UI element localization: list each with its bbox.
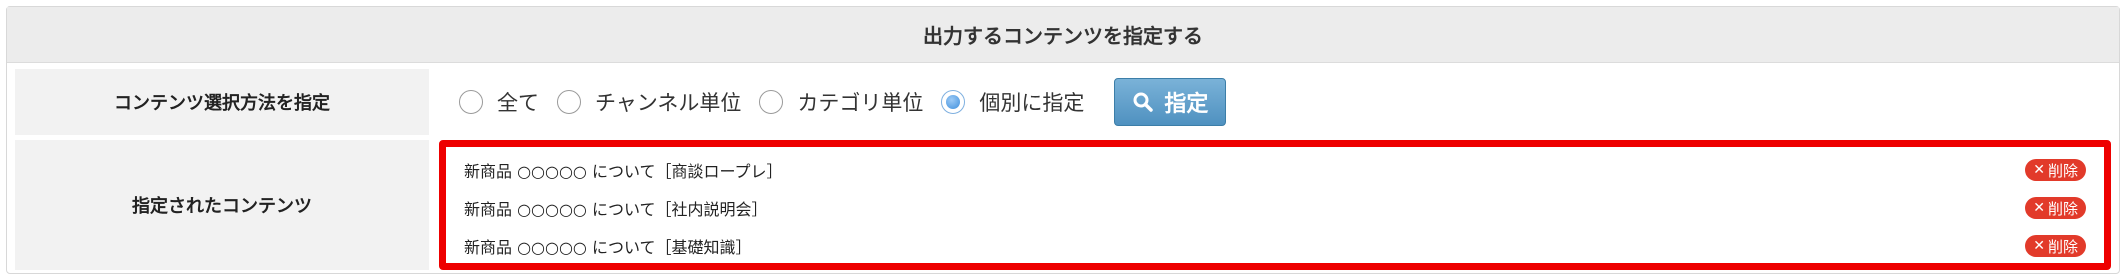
delete-label: 削除 bbox=[2047, 237, 2078, 256]
radio-category[interactable]: カテゴリ単位 bbox=[759, 87, 923, 117]
delete-button[interactable]: ✕ 削除 bbox=[2025, 159, 2086, 181]
radio-label: 全て bbox=[497, 91, 539, 115]
selected-contents-area: 新商品 ○○○○○ について［商談ロープレ］ ✕ 削除 新商品 ○○○○○ につ… bbox=[439, 140, 2111, 270]
panel-title: 出力するコンテンツを指定する bbox=[7, 7, 2119, 63]
output-content-panel: 出力するコンテンツを指定する コンテンツ選択方法を指定 全て チャンネル単位 カ… bbox=[6, 6, 2120, 274]
specify-button-label: 指定 bbox=[1164, 92, 1209, 117]
content-title: 新商品 ○○○○○ について［社内説明会］ bbox=[464, 200, 768, 219]
specify-button[interactable]: 指定 bbox=[1114, 78, 1227, 126]
selected-contents-row: 指定されたコンテンツ 新商品 ○○○○○ について［商談ロープレ］ ✕ 削除 新… bbox=[15, 140, 2111, 270]
radio-all[interactable]: 全て bbox=[459, 87, 539, 117]
radio-group: 全て チャンネル単位 カテゴリ単位 個別に指定 指定 bbox=[439, 69, 2111, 135]
radio-label: カテゴリ単位 bbox=[797, 91, 924, 115]
content-title: 新商品 ○○○○○ について［商談ロープレ］ bbox=[464, 162, 783, 181]
selected-contents-highlight: 新商品 ○○○○○ について［商談ロープレ］ ✕ 削除 新商品 ○○○○○ につ… bbox=[439, 140, 2111, 270]
close-icon: ✕ bbox=[2033, 238, 2045, 254]
delete-label: 削除 bbox=[2047, 161, 2078, 180]
delete-button[interactable]: ✕ 削除 bbox=[2025, 235, 2086, 257]
close-icon: ✕ bbox=[2033, 162, 2045, 178]
radio-label: チャンネル単位 bbox=[595, 91, 742, 115]
list-item: 新商品 ○○○○○ について［商談ロープレ］ ✕ 削除 bbox=[464, 157, 2086, 183]
radio-label: 個別に指定 bbox=[979, 91, 1085, 115]
radio-individual[interactable]: 個別に指定 bbox=[941, 87, 1084, 117]
delete-label: 削除 bbox=[2047, 199, 2078, 218]
content-selection-method-label: コンテンツ選択方法を指定 bbox=[15, 69, 429, 135]
radio-button[interactable] bbox=[759, 90, 784, 114]
content-selection-method-row: コンテンツ選択方法を指定 全て チャンネル単位 カテゴリ単位 個別に指定 指定 bbox=[15, 69, 2111, 135]
radio-channel[interactable]: チャンネル単位 bbox=[557, 87, 741, 117]
radio-button[interactable] bbox=[557, 90, 581, 114]
search-icon bbox=[1132, 91, 1154, 113]
list-item: 新商品 ○○○○○ について［基礎知識］ ✕ 削除 bbox=[464, 233, 2086, 259]
delete-button[interactable]: ✕ 削除 bbox=[2025, 197, 2086, 219]
content-title: 新商品 ○○○○○ について［基礎知識］ bbox=[464, 238, 752, 257]
selected-contents-label: 指定されたコンテンツ bbox=[15, 140, 429, 270]
close-icon: ✕ bbox=[2033, 200, 2045, 216]
content-selection-method-options: 全て チャンネル単位 カテゴリ単位 個別に指定 指定 bbox=[439, 69, 2111, 135]
list-item: 新商品 ○○○○○ について［社内説明会］ ✕ 削除 bbox=[464, 195, 2086, 221]
radio-button[interactable] bbox=[459, 90, 483, 114]
radio-button-checked[interactable] bbox=[941, 90, 966, 114]
